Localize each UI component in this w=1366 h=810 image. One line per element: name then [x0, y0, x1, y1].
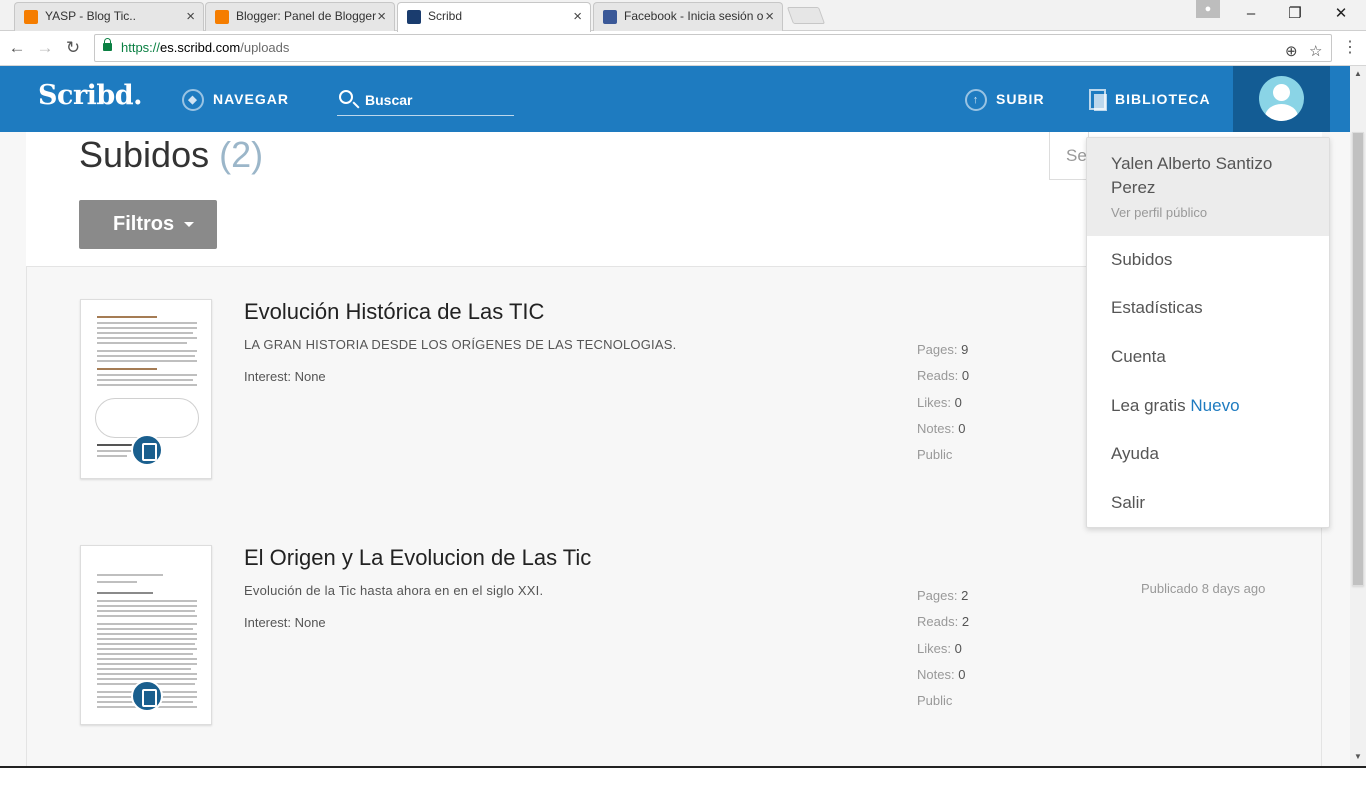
- library-icon: [1089, 89, 1107, 112]
- browse-nav[interactable]: ◆ NAVEGAR: [182, 87, 289, 112]
- url-scheme: https://: [121, 40, 161, 55]
- tab-yasp-blog[interactable]: YASP - Blog Tic.. ×: [14, 2, 204, 31]
- page-scrollbar[interactable]: ▲ ▼: [1350, 66, 1366, 766]
- document-type-icon: [131, 434, 163, 466]
- menu-item-help[interactable]: Ayuda: [1111, 444, 1159, 464]
- close-window-button[interactable]: ✕: [1318, 0, 1364, 30]
- document-interest: Interest: None: [244, 369, 326, 384]
- menu-item-free-read[interactable]: Lea gratis Nuevo: [1111, 396, 1240, 416]
- free-read-label: Lea gratis: [1111, 396, 1186, 415]
- search-icon: [339, 90, 353, 104]
- caret-down-icon: [184, 222, 195, 228]
- scroll-down-icon[interactable]: ▼: [1350, 752, 1366, 761]
- facebook-icon: [603, 10, 617, 24]
- public-profile-link[interactable]: Ver perfil público: [1111, 205, 1207, 220]
- document-interest: Interest: None: [244, 615, 326, 630]
- scrollbar-thumb[interactable]: [1352, 132, 1364, 586]
- upload-nav[interactable]: ↑ SUBIR: [965, 87, 1045, 112]
- tab-facebook[interactable]: Facebook - Inicia sesión o ×: [593, 2, 783, 31]
- blogger-icon: [215, 10, 229, 24]
- reload-icon[interactable]: ↻: [62, 37, 84, 59]
- close-tab-icon[interactable]: ×: [765, 3, 774, 30]
- document-title[interactable]: Evolución Histórica de Las TIC: [244, 299, 544, 325]
- pages-stat: Pages: 2: [917, 588, 969, 603]
- document-stats: Pages: 9 Reads: 0 Likes: 0 Notes: 0 Publ…: [917, 337, 969, 468]
- visibility-stat: Public: [917, 447, 953, 463]
- browser-tabstrip: YASP - Blog Tic.. × Blogger: Panel de Bl…: [0, 0, 1366, 32]
- likes-stat: Likes: 0: [917, 640, 962, 656]
- document-description: LA GRAN HISTORIA DESDE LOS ORÍGENES DE L…: [244, 337, 677, 352]
- minimize-button[interactable]: –: [1228, 0, 1274, 30]
- document-type-icon: [131, 680, 163, 712]
- list-item: El Origen y La Evolucion de Las Tic Evol…: [80, 545, 1280, 735]
- reads-stat: Reads: 2: [917, 614, 970, 630]
- page-title: Subidos (2): [79, 134, 263, 176]
- menu-item-logout[interactable]: Salir: [1111, 493, 1145, 513]
- upload-icon: ↑: [965, 89, 987, 112]
- menu-item-stats[interactable]: Estadísticas: [1111, 298, 1203, 318]
- upload-label: SUBIR: [996, 91, 1045, 107]
- new-badge: Nuevo: [1190, 396, 1240, 415]
- scribd-logo[interactable]: Scribd.: [38, 80, 143, 111]
- page-title-text: Subidos: [79, 134, 210, 175]
- filters-label: Filtros: [113, 213, 175, 235]
- likes-stat: Likes: 0: [917, 394, 962, 410]
- menu-item-account[interactable]: Cuenta: [1111, 347, 1166, 367]
- notes-stat: Notes: 0: [917, 420, 966, 436]
- tab-scribd[interactable]: Scribd ×: [397, 2, 591, 32]
- back-arrow-icon[interactable]: ←: [6, 37, 28, 59]
- site-header: Scribd. ◆ NAVEGAR Buscar ↑ SUBIR BIBLIOTEC…: [0, 66, 1350, 132]
- profile-link[interactable]: Yalen Alberto Santizo Perez Ver perfil p…: [1087, 138, 1329, 236]
- user-menu-toggle[interactable]: [1233, 66, 1330, 132]
- scroll-up-icon[interactable]: ▲: [1350, 69, 1366, 78]
- browser-profile-icon[interactable]: ●: [1196, 0, 1220, 18]
- published-date: Publicado 8 days ago: [1141, 581, 1266, 596]
- user-name: Yalen Alberto Santizo Perez: [1111, 154, 1273, 197]
- visibility-stat: Public: [917, 693, 953, 709]
- pages-stat: Pages: 9: [917, 342, 969, 357]
- forward-arrow-icon[interactable]: →: [34, 37, 56, 59]
- compass-icon: ◆: [182, 89, 204, 112]
- upload-count: (2): [219, 134, 264, 175]
- sort-select[interactable]: Se: [1049, 132, 1089, 180]
- search-input[interactable]: Buscar: [337, 88, 514, 116]
- notes-stat: Notes: 0: [917, 666, 966, 682]
- zoom-icon[interactable]: ⊕: [1285, 39, 1298, 65]
- browser-menu-icon[interactable]: ⋮: [1342, 38, 1358, 58]
- url-path: /uploads: [240, 40, 290, 55]
- scribd-icon: [407, 10, 421, 24]
- tab-title: Scribd: [428, 9, 463, 23]
- tab-blogger-panel[interactable]: Blogger: Panel de Blogger ×: [205, 2, 395, 31]
- url-domain: es.scribd.com: [160, 40, 241, 55]
- bookmark-star-icon[interactable]: ☆: [1309, 39, 1322, 65]
- library-nav[interactable]: BIBLIOTECA: [1089, 87, 1211, 112]
- tab-title: YASP - Blog Tic..: [45, 9, 136, 23]
- address-bar[interactable]: https://es.scribd.com/uploads ⊕ ☆: [94, 34, 1332, 62]
- close-tab-icon[interactable]: ×: [573, 3, 582, 30]
- search-placeholder: Buscar: [365, 92, 413, 108]
- user-dropdown-menu: Yalen Alberto Santizo Perez Ver perfil p…: [1086, 137, 1330, 528]
- document-stats: Pages: 2 Reads: 2 Likes: 0 Notes: 0 Publ…: [917, 583, 969, 714]
- blogger-icon: [24, 10, 38, 24]
- maximize-button[interactable]: ❐: [1272, 0, 1318, 30]
- document-description: Evolución de la Tic hasta ahora en en el…: [244, 583, 544, 598]
- window-bottom-border: [0, 766, 1366, 768]
- tab-title: Facebook - Inicia sesión o: [624, 9, 764, 23]
- library-label: BIBLIOTECA: [1115, 91, 1211, 107]
- lock-icon: [103, 38, 112, 51]
- close-tab-icon[interactable]: ×: [377, 3, 386, 30]
- browser-toolbar: ← → ↻ https://es.scribd.com/uploads ⊕ ☆ …: [0, 31, 1366, 66]
- browse-label: NAVEGAR: [213, 91, 289, 107]
- filters-button[interactable]: Filtros: [79, 200, 217, 249]
- tab-title: Blogger: Panel de Blogger: [236, 9, 377, 23]
- close-tab-icon[interactable]: ×: [186, 3, 195, 30]
- reads-stat: Reads: 0: [917, 368, 970, 384]
- avatar: [1259, 76, 1304, 121]
- document-title[interactable]: El Origen y La Evolucion de Las Tic: [244, 545, 591, 571]
- menu-item-uploads[interactable]: Subidos: [1111, 250, 1172, 270]
- new-tab-button[interactable]: [786, 7, 826, 24]
